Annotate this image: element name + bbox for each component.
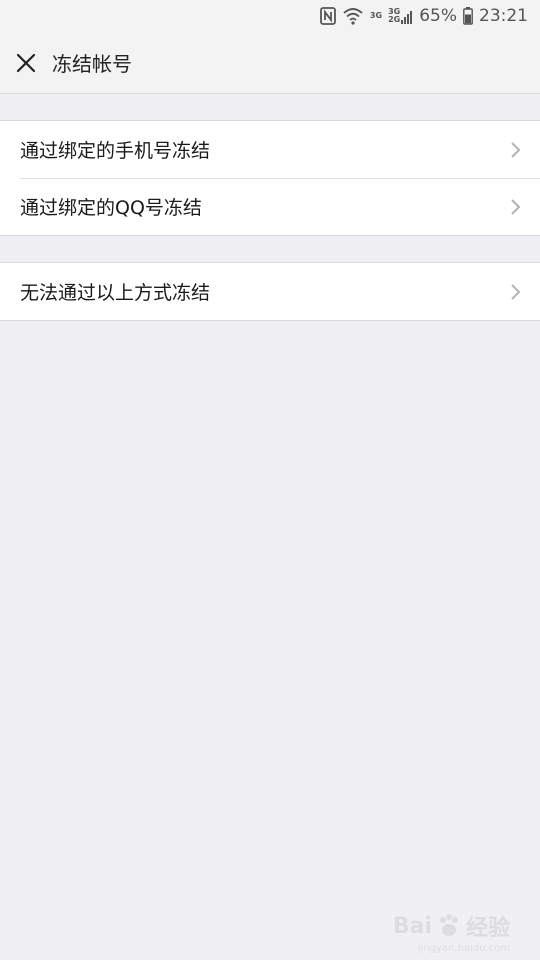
- watermark-text: Bai: [392, 913, 432, 939]
- screen: 3G 3G 2G 65% 23:21 冻结帐号 通过绑定的手机号冻结 通过绑定的…: [0, 0, 540, 960]
- signal-group: 3G 2G: [388, 8, 413, 24]
- freeze-methods-group: 通过绑定的手机号冻结 通过绑定的QQ号冻结: [0, 120, 540, 236]
- list-item-label: 通过绑定的QQ号冻结: [20, 197, 202, 219]
- other-method-group: 无法通过以上方式冻结: [0, 262, 540, 321]
- chevron-right-icon: [510, 140, 524, 160]
- title-bar: 冻结帐号: [0, 32, 540, 94]
- page-title: 冻结帐号: [52, 52, 132, 76]
- paw-icon: [439, 914, 458, 936]
- chevron-right-icon: [510, 197, 524, 217]
- freeze-by-qq-item[interactable]: 通过绑定的QQ号冻结: [0, 178, 540, 235]
- list-item-label: 无法通过以上方式冻结: [20, 282, 211, 304]
- chevron-right-icon: [510, 282, 524, 302]
- clock: 23:21: [479, 6, 528, 26]
- network-3g-label: 3G: [370, 12, 382, 20]
- watermark-text-2: 经验: [465, 916, 510, 941]
- battery-percent: 65%: [419, 6, 457, 26]
- network-label: 2G: [388, 15, 401, 24]
- close-icon: [16, 53, 36, 72]
- close-button[interactable]: [0, 32, 52, 94]
- baidu-watermark: Bai 经验 jingyan.baidu.com: [392, 910, 510, 955]
- nfc-icon: [320, 7, 336, 25]
- list-item-label: 通过绑定的手机号冻结: [20, 140, 211, 162]
- freeze-other-way-item[interactable]: 无法通过以上方式冻结: [0, 263, 540, 320]
- wifi-icon: [342, 7, 364, 25]
- network-label: 3G: [369, 11, 383, 20]
- watermark-url: jingyan.baidu.com: [417, 943, 510, 954]
- network-stack: 3G 2G: [388, 8, 400, 24]
- status-bar: 3G 3G 2G 65% 23:21: [0, 0, 540, 32]
- battery-icon: [463, 7, 473, 25]
- signal-icon: [401, 10, 413, 24]
- freeze-by-phone-item[interactable]: 通过绑定的手机号冻结: [0, 121, 540, 178]
